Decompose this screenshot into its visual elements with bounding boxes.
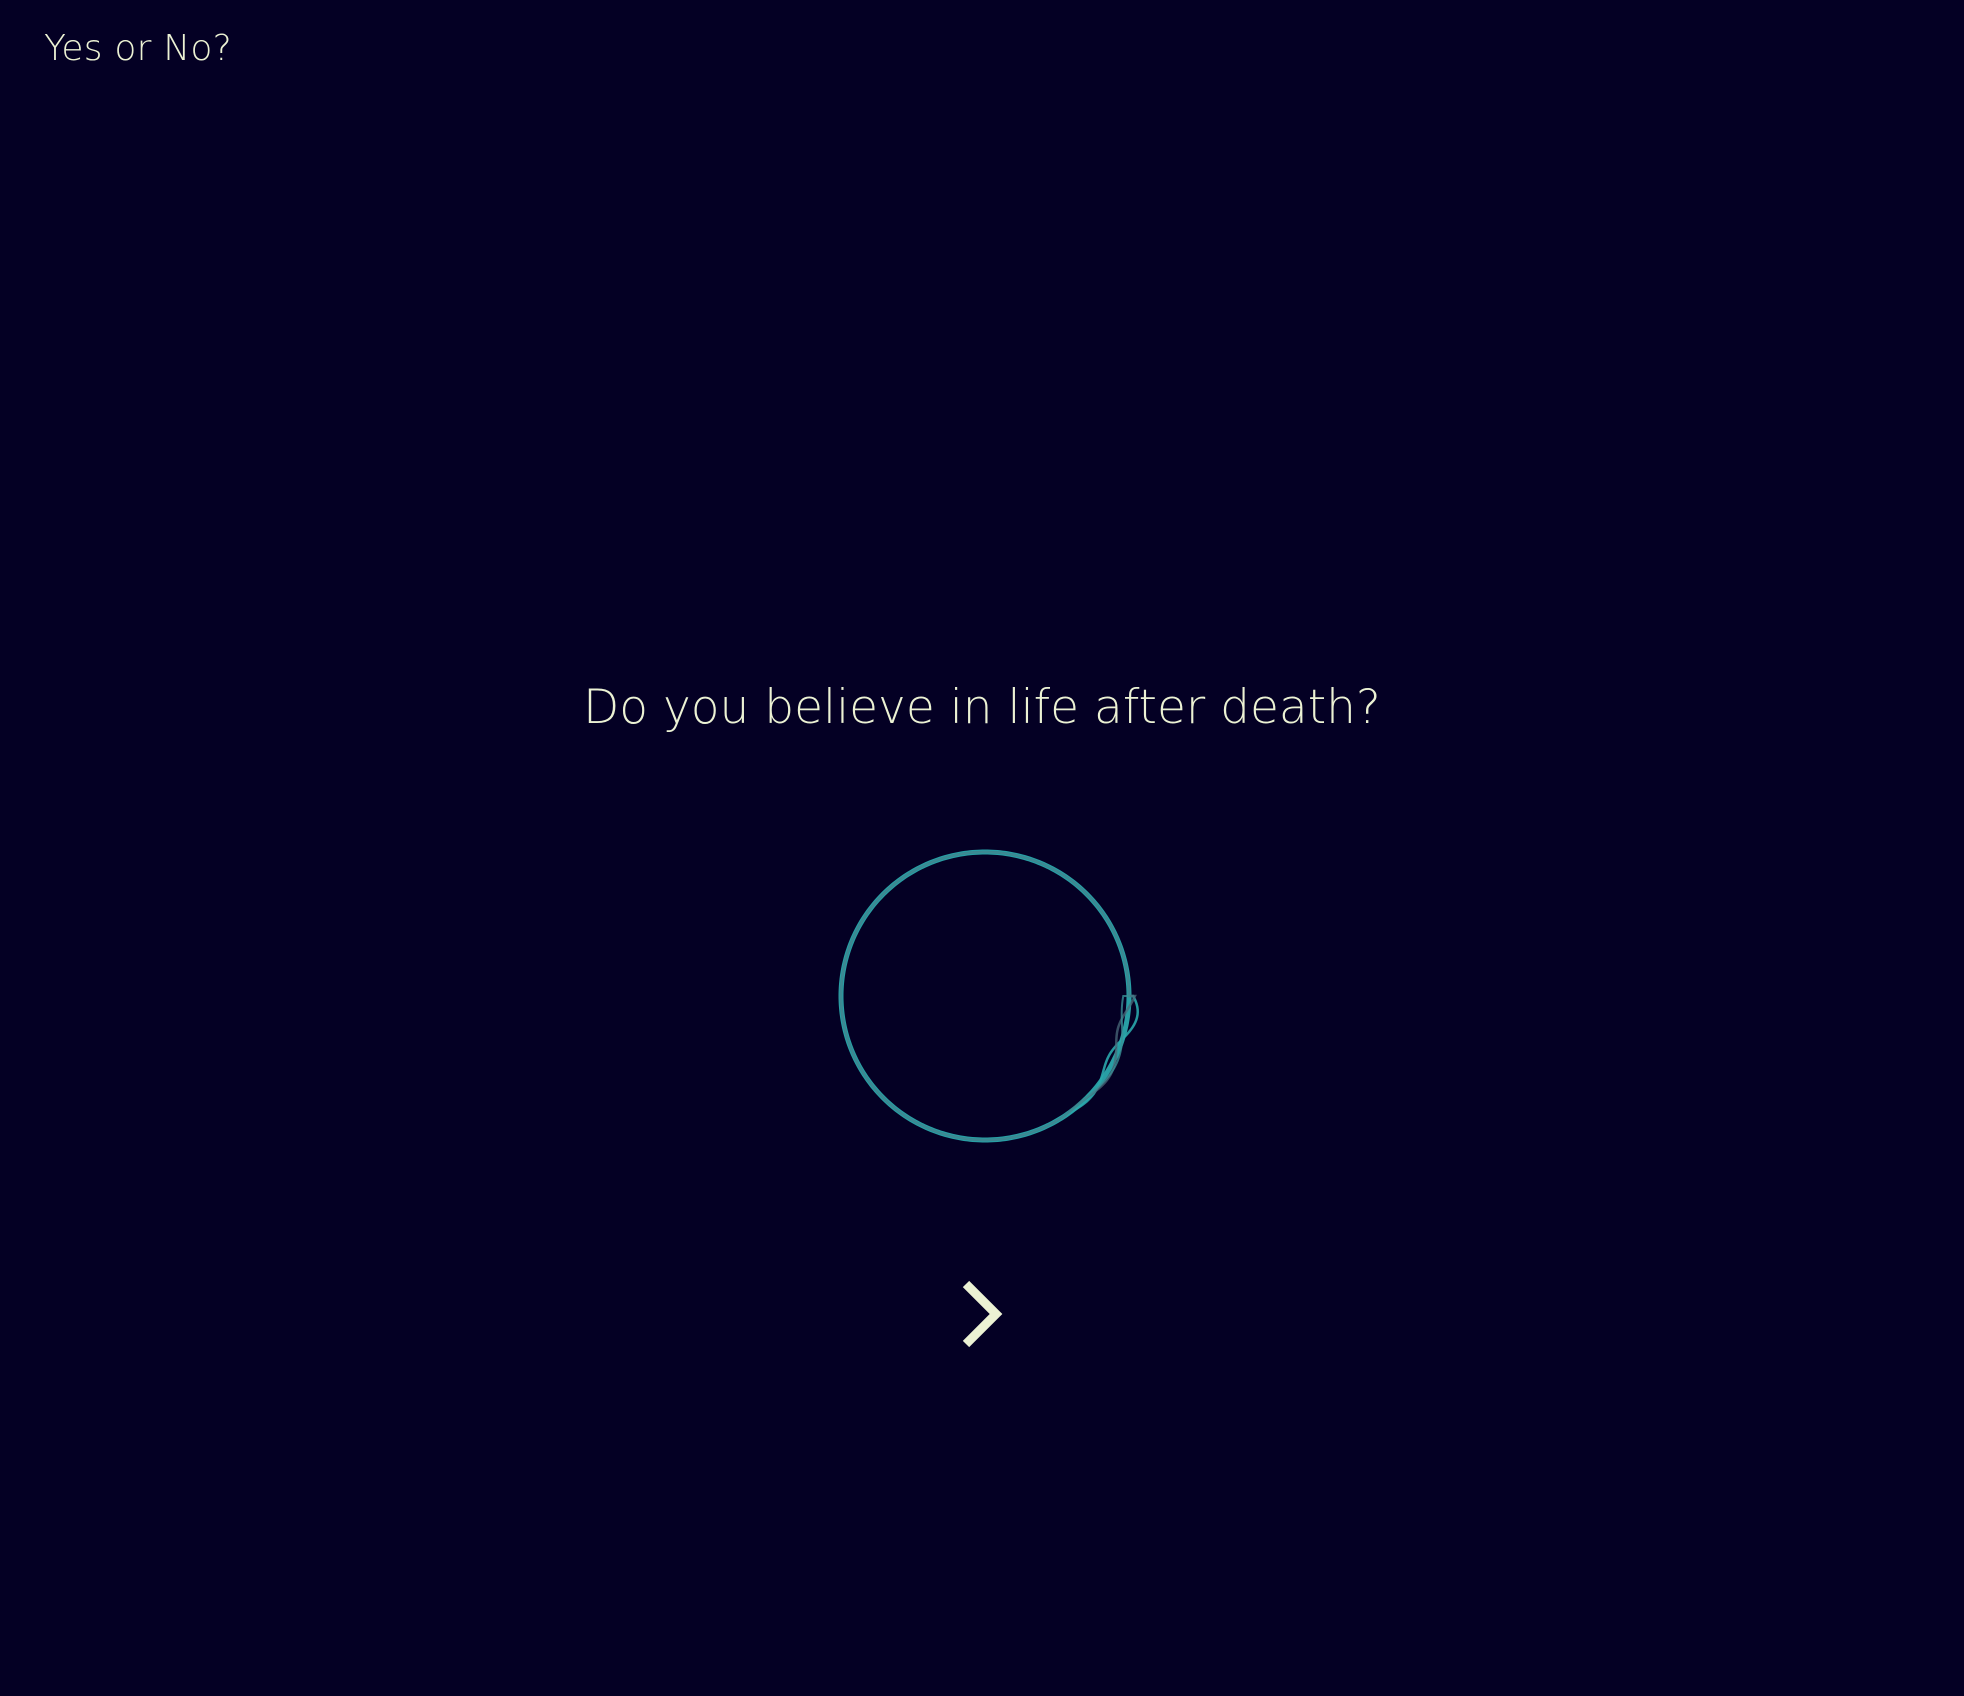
next-button[interactable] xyxy=(952,1278,1012,1350)
voice-orb-icon xyxy=(838,849,1139,1143)
app-title: Yes or No? xyxy=(44,28,232,69)
chevron-right-icon xyxy=(962,1280,1003,1348)
question-text: Do you believe in life after death? xyxy=(583,680,1381,735)
